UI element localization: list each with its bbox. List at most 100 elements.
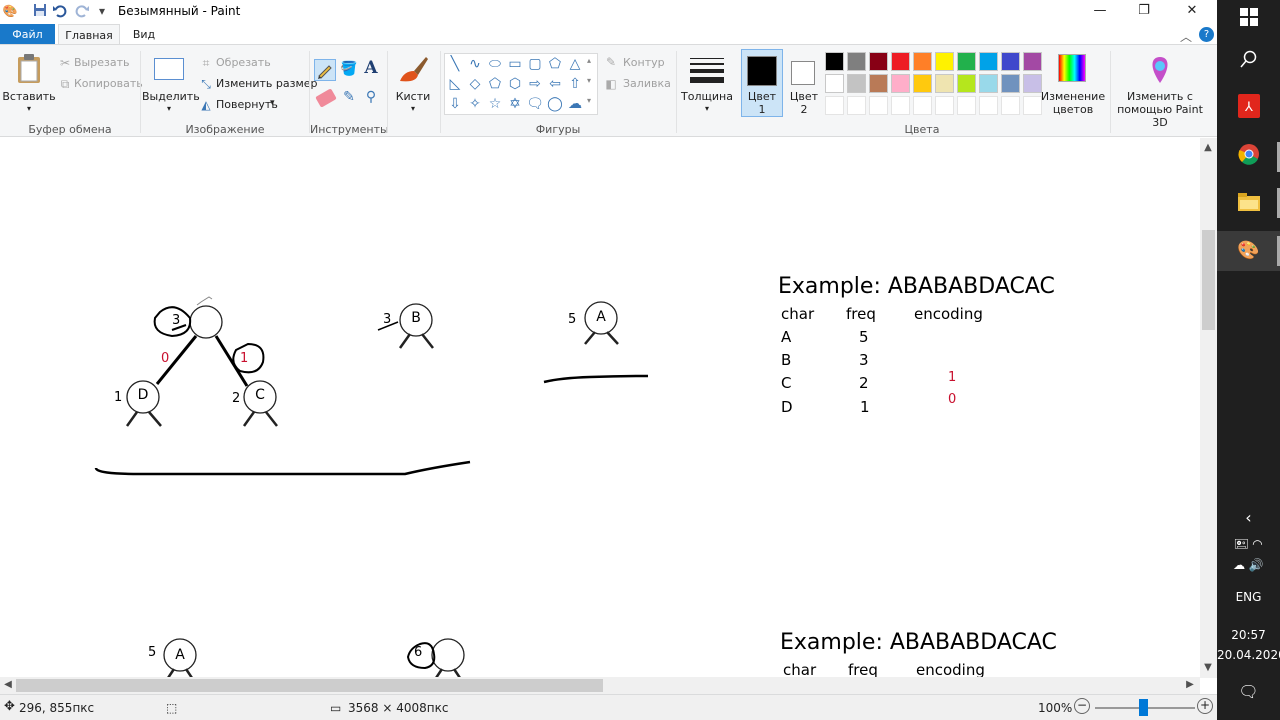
color2-button[interactable]: Цвет 2 xyxy=(784,49,824,117)
color-swatch[interactable] xyxy=(979,52,998,71)
color-swatch[interactable] xyxy=(869,52,888,71)
horizontal-scroll-thumb[interactable] xyxy=(16,679,603,692)
shapes-scroll-up[interactable]: ▴ xyxy=(587,56,591,65)
zoom-slider-thumb[interactable] xyxy=(1139,699,1148,716)
cut-button[interactable]: Вырезать xyxy=(74,56,129,69)
acrobat-icon[interactable]: ⅄ xyxy=(1217,94,1280,123)
shape-arrow-down[interactable]: ⇩ xyxy=(446,95,464,113)
custom-color-slot[interactable] xyxy=(935,96,954,115)
shapes-scroll-down[interactable]: ▾ xyxy=(587,76,591,85)
chrome-icon[interactable] xyxy=(1217,143,1280,170)
zoom-out-button[interactable]: − xyxy=(1074,698,1090,714)
language-indicator[interactable]: ENG xyxy=(1217,590,1280,604)
color-swatch[interactable] xyxy=(935,74,954,93)
edit-colors-button[interactable]: Изменение xyxy=(1038,90,1108,103)
brushes-dropdown[interactable]: ▾ xyxy=(390,102,436,115)
color-picker-icon[interactable]: ✎ xyxy=(339,88,359,106)
color-swatch[interactable] xyxy=(869,74,888,93)
redo-icon[interactable] xyxy=(74,3,90,19)
horizontal-scrollbar[interactable]: ◀ ▶ xyxy=(0,677,1200,694)
shapes-more[interactable]: ▾ xyxy=(587,96,591,105)
customize-quick-access[interactable]: ▾ xyxy=(94,3,110,19)
resize-button[interactable]: Изменить размер xyxy=(216,77,318,90)
fill-icon[interactable]: 🪣 xyxy=(339,60,359,78)
collapse-ribbon-icon[interactable]: ︿ xyxy=(1180,28,1192,45)
copy-button[interactable]: Копировать xyxy=(74,77,143,90)
shape-arrow-right[interactable]: ⇨ xyxy=(526,75,544,93)
color-swatch[interactable] xyxy=(957,74,976,93)
color-swatch[interactable] xyxy=(891,74,910,93)
shape-rectangle[interactable]: ▭ xyxy=(506,55,524,73)
tab-file[interactable]: Файл xyxy=(0,24,55,45)
clock-time[interactable]: 20:57 xyxy=(1217,628,1280,642)
shape-curve[interactable]: ∿ xyxy=(466,55,484,73)
custom-color-slot[interactable] xyxy=(847,96,866,115)
system-tray-icons[interactable]: 🖭 ◠ xyxy=(1217,535,1280,556)
windows-start-icon[interactable] xyxy=(1217,8,1280,31)
custom-color-slot[interactable] xyxy=(979,96,998,115)
thickness-dropdown[interactable]: ▾ xyxy=(680,102,734,115)
minimize-button[interactable]: — xyxy=(1077,0,1123,24)
custom-color-slot[interactable] xyxy=(891,96,910,115)
color-swatch[interactable] xyxy=(1001,74,1020,93)
outline-button[interactable]: Контур xyxy=(623,56,665,69)
shape-oval[interactable]: ⬭ xyxy=(486,55,504,73)
select-icon[interactable] xyxy=(154,58,184,80)
text-tool-icon[interactable]: A xyxy=(361,59,381,77)
magnifier-icon[interactable]: ⚲ xyxy=(361,88,381,106)
color-swatch[interactable] xyxy=(957,52,976,71)
eraser-icon[interactable] xyxy=(315,88,337,108)
help-icon[interactable]: ? xyxy=(1199,27,1214,42)
shape-star-six[interactable]: ✡ xyxy=(506,95,524,113)
scroll-up-icon[interactable]: ▲ xyxy=(1200,140,1216,156)
custom-color-slot[interactable] xyxy=(913,96,932,115)
fill-shape-button[interactable]: Заливка xyxy=(623,77,671,90)
color-swatch[interactable] xyxy=(935,52,954,71)
paint-app-icon[interactable]: 🎨 xyxy=(2,3,18,19)
shape-hexagon[interactable]: ⬡ xyxy=(506,75,524,93)
color-swatch[interactable] xyxy=(913,74,932,93)
tab-home[interactable]: Главная xyxy=(58,24,120,45)
custom-color-slot[interactable] xyxy=(869,96,888,115)
shape-polygon[interactable]: ⬠ xyxy=(546,55,564,73)
undo-icon[interactable] xyxy=(52,3,68,19)
canvas[interactable]: 3 0 1 D 1 C 2 B 3 A 5 A 5 6 Example: ABA… xyxy=(0,138,1200,678)
color-swatch[interactable] xyxy=(825,74,844,93)
notifications-icon[interactable]: 🗨 xyxy=(1217,682,1280,701)
save-icon[interactable] xyxy=(32,3,48,19)
tab-view[interactable]: Вид xyxy=(124,24,164,45)
shape-right-triangle[interactable]: ◺ xyxy=(446,75,464,93)
thickness-icon[interactable] xyxy=(690,56,724,86)
scroll-left-icon[interactable]: ◀ xyxy=(0,677,16,693)
shape-arrow-up[interactable]: ⇧ xyxy=(566,75,584,93)
clock-date[interactable]: 20.04.2020 xyxy=(1217,648,1280,662)
shape-diamond[interactable]: ◇ xyxy=(466,75,484,93)
brushes-icon[interactable] xyxy=(396,53,430,87)
color-swatch[interactable] xyxy=(1023,52,1042,71)
vertical-scrollbar[interactable]: ▲ ▼ xyxy=(1200,138,1217,678)
shape-triangle[interactable]: △ xyxy=(566,55,584,73)
edit-colors-icon[interactable] xyxy=(1058,54,1086,82)
color-swatch[interactable] xyxy=(891,52,910,71)
color1-button[interactable]: Цвет 1 xyxy=(741,49,783,117)
zoom-in-button[interactable]: + xyxy=(1197,698,1213,714)
crop-button[interactable]: Обрезать xyxy=(216,56,271,69)
paste-dropdown[interactable]: ▾ xyxy=(2,102,56,115)
search-icon[interactable] xyxy=(1217,50,1280,73)
pencil-tool[interactable] xyxy=(314,59,336,81)
shape-line[interactable]: ╲ xyxy=(446,55,464,73)
color-swatch[interactable] xyxy=(913,52,932,71)
scroll-down-icon[interactable]: ▼ xyxy=(1200,660,1216,676)
paint3d-button[interactable]: Изменить с xyxy=(1112,90,1208,103)
close-button[interactable]: ✕ xyxy=(1169,0,1215,24)
shape-callout-rect[interactable]: 🗨 xyxy=(526,95,544,113)
custom-color-slot[interactable] xyxy=(957,96,976,115)
color-swatch[interactable] xyxy=(979,74,998,93)
shape-pentagon[interactable]: ⬠ xyxy=(486,75,504,93)
paint3d-icon[interactable] xyxy=(1147,55,1173,85)
shape-callout-oval[interactable]: ◯ xyxy=(546,95,564,113)
color-swatch[interactable] xyxy=(847,74,866,93)
rotate-button[interactable]: Повернуть xyxy=(216,98,278,111)
shape-rounded-rectangle[interactable]: ▢ xyxy=(526,55,544,73)
color-swatch[interactable] xyxy=(1001,52,1020,71)
